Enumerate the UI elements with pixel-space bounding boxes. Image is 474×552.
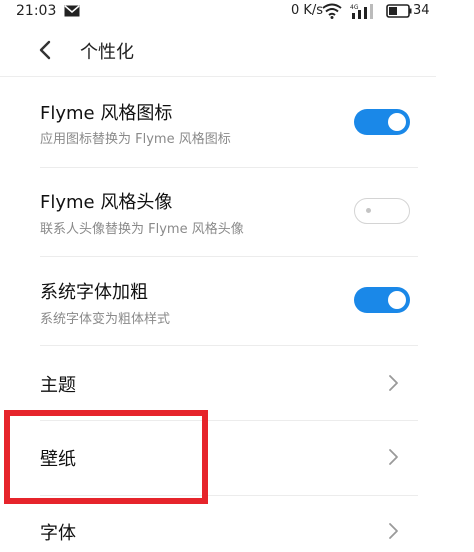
network-speed: 0 K/s [291,3,324,18]
back-arrow-icon[interactable] [32,36,60,64]
setting-title: 字体 [40,523,76,544]
setting-title: 系统字体加粗 [40,282,148,303]
toggle-knob [366,208,371,213]
setting-row-font[interactable]: 字体 [0,496,474,552]
toggle-knob [388,113,406,131]
setting-row-flyme-icons[interactable]: Flyme 风格图标 应用图标替换为 Flyme 风格图标 [0,77,474,167]
bold-font-toggle[interactable] [354,287,410,313]
wifi-icon [322,3,342,19]
setting-title: 主题 [40,375,76,396]
signal-icon: 4G [350,4,373,19]
setting-subtitle: 联系人头像替换为 Flyme 风格头像 [40,222,244,237]
toggle-knob [388,291,406,309]
setting-row-bold-font[interactable]: 系统字体加粗 系统字体变为粗体样式 [0,257,474,345]
flyme-icons-toggle[interactable] [354,109,410,135]
chevron-right-icon [389,523,398,539]
battery-icon [386,4,412,18]
flyme-avatar-toggle[interactable] [354,198,410,224]
chevron-right-icon [389,375,398,391]
setting-title: Flyme 风格头像 [40,192,173,213]
status-time: 21:03 [16,3,57,19]
setting-row-theme[interactable]: 主题 [0,346,474,420]
svg-text:4G: 4G [350,4,359,11]
highlight-annotation [4,410,208,504]
setting-subtitle: 应用图标替换为 Flyme 风格图标 [40,132,231,147]
page-title: 个性化 [80,42,134,63]
setting-row-flyme-avatar[interactable]: Flyme 风格头像 联系人头像替换为 Flyme 风格头像 [0,168,474,256]
page-header: 个性化 [0,26,474,76]
chevron-right-icon [389,449,398,465]
message-icon [64,5,80,17]
status-bar: 21:03 0 K/s 4G 34 [0,0,474,26]
battery-level: 34 [413,3,430,18]
setting-title: Flyme 风格图标 [40,103,173,124]
setting-subtitle: 系统字体变为粗体样式 [40,312,171,327]
